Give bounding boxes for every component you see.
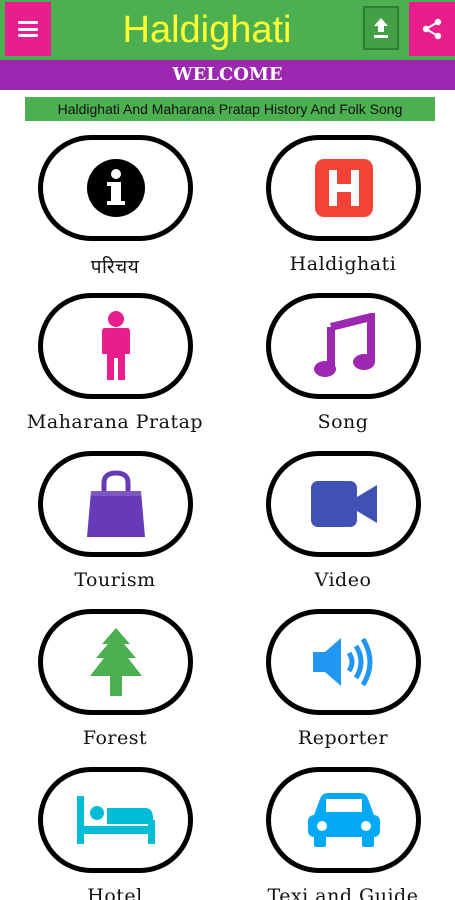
welcome-banner: WELCOME xyxy=(0,60,455,90)
tile-label: Video xyxy=(314,569,372,591)
tile-tourism[interactable]: Tourism xyxy=(0,451,230,609)
tile-song[interactable]: Song xyxy=(228,293,455,451)
hamburger-menu-icon xyxy=(18,21,38,37)
video-camera-icon xyxy=(310,481,377,527)
info-icon xyxy=(86,159,145,217)
hospital-h-icon xyxy=(314,159,373,217)
tile-haldighati[interactable]: Haldighati xyxy=(228,135,455,293)
tile-pill[interactable] xyxy=(266,135,421,241)
tile-pill[interactable] xyxy=(38,767,193,873)
tile-pill[interactable] xyxy=(266,293,421,399)
upload-button[interactable] xyxy=(363,6,399,50)
tree-icon xyxy=(89,628,142,696)
tile-label: Reporter xyxy=(297,727,389,749)
tile-pill[interactable] xyxy=(38,451,193,557)
tile-maharana-pratap[interactable]: Maharana Pratap xyxy=(0,293,230,451)
app-title: Haldighati xyxy=(122,9,292,51)
tile-parichay[interactable]: परिचय xyxy=(0,135,230,293)
tile-label: Hotel xyxy=(87,885,143,900)
tile-label: Haldighati xyxy=(289,253,397,275)
tile-forest[interactable]: Forest xyxy=(0,609,230,767)
tile-label: Forest xyxy=(82,727,148,749)
speaker-icon xyxy=(312,637,372,687)
menu-button[interactable] xyxy=(5,2,51,56)
marquee-text: Haldighati And Maharana Pratap History A… xyxy=(25,97,435,121)
tile-video[interactable]: Video xyxy=(228,451,455,609)
person-icon xyxy=(101,311,130,380)
upload-icon xyxy=(374,18,388,38)
tile-label: परिचय xyxy=(90,256,140,278)
tile-pill[interactable] xyxy=(266,609,421,715)
bed-icon xyxy=(76,796,155,844)
shopping-bag-icon xyxy=(86,470,145,537)
tile-label: Tourism xyxy=(74,569,156,591)
music-note-icon xyxy=(313,313,375,377)
tile-label: Texi and Guide xyxy=(267,885,419,900)
tile-pill[interactable] xyxy=(38,609,193,715)
tile-pill[interactable] xyxy=(266,767,421,873)
tile-label: Song xyxy=(317,411,369,433)
share-button[interactable] xyxy=(409,2,455,56)
tile-pill[interactable] xyxy=(38,293,193,399)
tile-taxi-guide[interactable]: Texi and Guide xyxy=(228,767,455,900)
tile-label: Maharana Pratap xyxy=(26,411,204,433)
tile-hotel[interactable]: Hotel xyxy=(0,767,230,900)
tile-reporter[interactable]: Reporter xyxy=(228,609,455,767)
car-icon xyxy=(307,793,380,847)
app-toolbar: Haldighati xyxy=(0,0,455,60)
tile-pill[interactable] xyxy=(38,135,193,241)
share-icon xyxy=(422,18,442,40)
tile-pill[interactable] xyxy=(266,451,421,557)
